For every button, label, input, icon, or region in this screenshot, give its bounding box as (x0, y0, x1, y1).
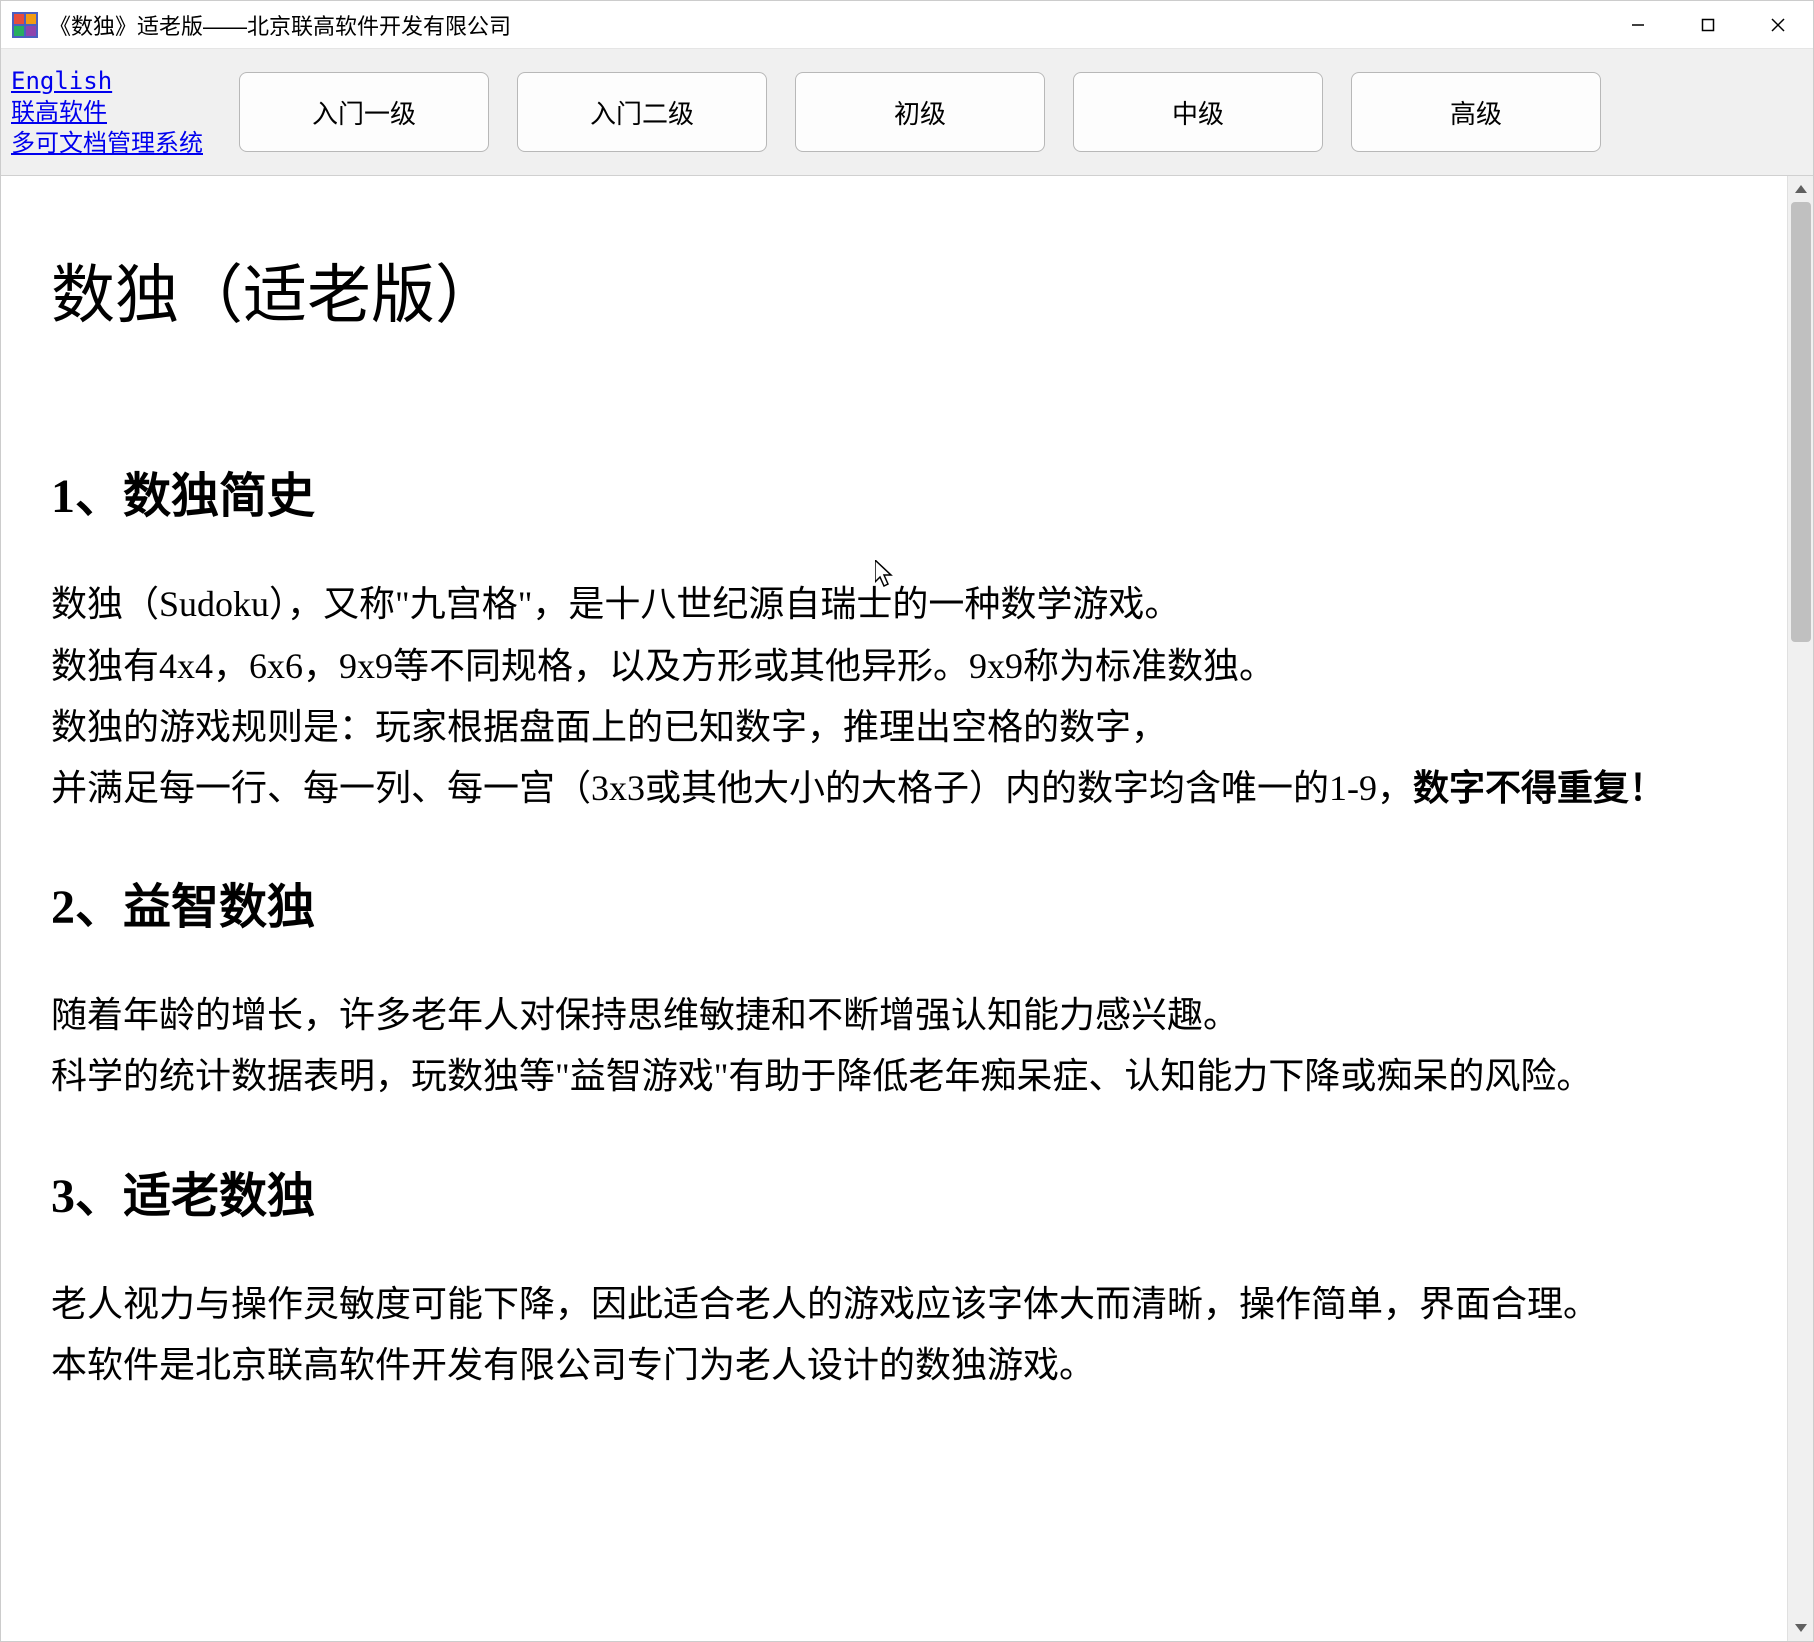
close-button[interactable] (1743, 1, 1813, 48)
app-icon (11, 11, 39, 39)
scrollbar-track[interactable] (1788, 202, 1813, 1615)
section-3-line-2: 本软件是北京联高软件开发有限公司专门为老人设计的数独游戏。 (51, 1345, 1095, 1385)
minimize-button[interactable] (1603, 1, 1673, 48)
toolbar: English 联高软件 多可文档管理系统 入门一级 入门二级 初级 中级 高级 (1, 49, 1813, 176)
content-area: 数独（适老版） 1、数独简史 数独（Sudoku），又称"九宫格"，是十八世纪源… (1, 176, 1787, 1641)
section-2-line-1: 随着年龄的增长，许多老年人对保持思维敏捷和不断增强认知能力感兴趣。 (51, 995, 1239, 1035)
content-wrapper: 数独（适老版） 1、数独简史 数独（Sudoku），又称"九宫格"，是十八世纪源… (1, 176, 1813, 1641)
link-dms[interactable]: 多可文档管理系统 (11, 129, 211, 158)
section-1-title: 1、数独简史 (51, 456, 1737, 526)
toolbar-links: English 联高软件 多可文档管理系统 (11, 67, 211, 157)
section-1-line-2: 数独有4x4，6x6，9x9等不同规格，以及方形或其他异形。9x9称为标准数独。 (51, 646, 1275, 686)
maximize-button[interactable] (1673, 1, 1743, 48)
section-2-title: 2、益智数独 (51, 867, 1737, 937)
link-english[interactable]: English (11, 67, 211, 96)
application-window: 《数独》适老版——北京联高软件开发有限公司 English 联高软件 多可文档管… (0, 0, 1814, 1642)
titlebar: 《数独》适老版——北京联高软件开发有限公司 (1, 1, 1813, 49)
section-3-line-1: 老人视力与操作灵敏度可能下降，因此适合老人的游戏应该字体大而清晰，操作简单，界面… (51, 1284, 1599, 1324)
level-intermediate-button[interactable]: 中级 (1073, 72, 1323, 152)
section-1-line-3: 数独的游戏规则是：玩家根据盘面上的已知数字，推理出空格的数字， (51, 707, 1167, 747)
section-1-line-1: 数独（Sudoku），又称"九宫格"，是十八世纪源自瑞士的一种数学游戏。 (51, 584, 1180, 624)
section-3-body: 老人视力与操作灵敏度可能下降，因此适合老人的游戏应该字体大而清晰，操作简单，界面… (51, 1274, 1737, 1396)
page-title: 数独（适老版） (51, 244, 1737, 336)
level-beginner-1-button[interactable]: 入门一级 (239, 72, 489, 152)
scrollbar-thumb[interactable] (1791, 202, 1811, 642)
level-advanced-button[interactable]: 高级 (1351, 72, 1601, 152)
section-2-body: 随着年龄的增长，许多老年人对保持思维敏捷和不断增强认知能力感兴趣。 科学的统计数… (51, 985, 1737, 1107)
vertical-scrollbar[interactable] (1787, 176, 1813, 1641)
section-3-title: 3、适老数独 (51, 1156, 1737, 1226)
section-1-body: 数独（Sudoku），又称"九宫格"，是十八世纪源自瑞士的一种数学游戏。 数独有… (51, 574, 1737, 819)
section-1-line-4b: 数字不得重复！ (1413, 768, 1665, 808)
level-buttons: 入门一级 入门二级 初级 中级 高级 (239, 72, 1601, 152)
section-2-line-2: 科学的统计数据表明，玩数独等"益智游戏"有助于降低老年痴呆症、认知能力下降或痴呆… (51, 1056, 1592, 1096)
level-elementary-button[interactable]: 初级 (795, 72, 1045, 152)
window-controls (1603, 1, 1813, 48)
window-title: 《数独》适老版——北京联高软件开发有限公司 (49, 9, 1603, 41)
link-company[interactable]: 联高软件 (11, 98, 211, 127)
scroll-up-arrow-icon[interactable] (1788, 176, 1814, 202)
level-beginner-2-button[interactable]: 入门二级 (517, 72, 767, 152)
section-1-line-4a: 并满足每一行、每一列、每一宫（3x3或其他大小的大格子）内的数字均含唯一的1-9… (51, 768, 1413, 808)
scroll-down-arrow-icon[interactable] (1788, 1615, 1814, 1641)
